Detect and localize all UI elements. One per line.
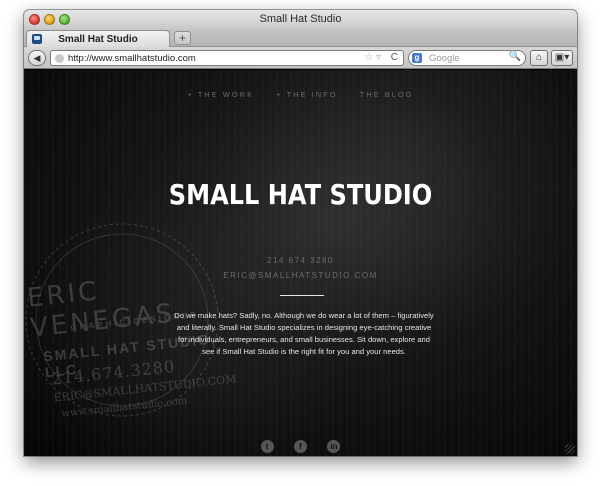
search-placeholder[interactable]: Google <box>429 53 460 64</box>
site-navigation: + THE WORK + THE INFO THE BLOG <box>24 90 577 99</box>
address-bar[interactable]: http://www.smallhatstudio.com ☆ ▿ C <box>50 50 404 66</box>
resize-grip[interactable] <box>565 444 575 454</box>
intro-paragraph: Do we make hats? Sadly, no. Although we … <box>174 311 434 356</box>
tab-small-hat-studio[interactable]: Small Hat Studio <box>26 30 170 47</box>
globe-icon <box>55 54 64 63</box>
browser-window: Small Hat Studio Small Hat Studio + ◀ ht… <box>24 10 577 456</box>
new-tab-button[interactable]: + <box>174 31 191 45</box>
search-icon[interactable]: 🔍 <box>509 51 521 62</box>
navigation-toolbar: ◀ http://www.smallhatstudio.com ☆ ▿ C g … <box>24 47 577 69</box>
home-button[interactable]: ⌂ <box>530 50 548 66</box>
social-links: t f in <box>24 436 577 454</box>
nav-the-blog[interactable]: THE BLOG <box>360 90 414 99</box>
back-button[interactable]: ◀ <box>28 50 46 66</box>
url-text[interactable]: http://www.smallhatstudio.com <box>68 53 196 64</box>
contact-email[interactable]: ERIC@SMALLHATSTUDIO.COM <box>24 271 577 280</box>
search-bar[interactable]: g Google 🔍 <box>408 50 526 66</box>
bookmark-star-icon[interactable]: ☆ ▿ <box>364 52 381 63</box>
facebook-icon[interactable]: f <box>294 440 307 453</box>
linkedin-icon[interactable]: in <box>327 440 341 453</box>
google-engine-icon[interactable]: g <box>412 53 422 63</box>
contact-phone: 214 674 3280 <box>267 256 334 265</box>
tab-label: Small Hat Studio <box>58 34 138 45</box>
tab-bar: Small Hat Studio + <box>24 29 577 47</box>
reload-icon[interactable]: C <box>391 52 398 63</box>
site-title: SMALL HAT STUDIO <box>168 178 433 211</box>
title-bar: Small Hat Studio <box>24 10 577 29</box>
bookmarks-button[interactable]: ▣▾ <box>551 50 573 66</box>
divider <box>280 295 324 296</box>
twitter-icon[interactable]: t <box>260 440 274 453</box>
nav-the-work[interactable]: + THE WORK <box>187 90 254 99</box>
nav-the-info[interactable]: + THE INFO <box>276 90 337 99</box>
window-title: Small Hat Studio <box>259 13 342 25</box>
page-viewport: ERIC VENEGAS GRAPHIC DESIGNER SMALL HAT … <box>24 70 577 456</box>
